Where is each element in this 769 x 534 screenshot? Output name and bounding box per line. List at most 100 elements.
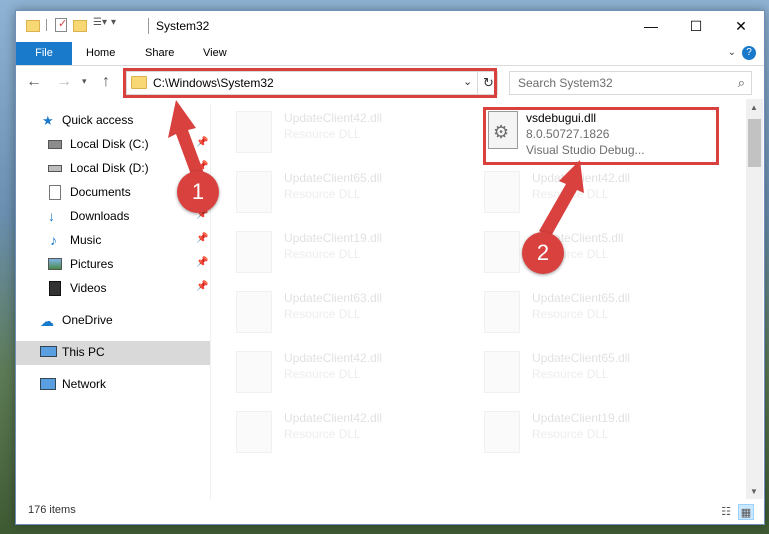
file-name: UpdateClient42.dll <box>284 111 383 125</box>
list-item[interactable]: UpdateClient42.dll Resource DLL <box>226 345 466 401</box>
list-item[interactable]: UpdateClient65.dll Resource DLL <box>474 285 714 341</box>
list-item[interactable]: UpdateClient19.dll Resource DLL <box>474 405 714 461</box>
tab-view[interactable]: View <box>191 42 239 65</box>
file-type: Resource DLL <box>532 307 609 321</box>
file-type: Resource DLL <box>284 307 361 321</box>
sidebar-item-label: Documents <box>70 185 131 199</box>
list-item[interactable]: UpdateClient65.dll Resource DLL <box>226 165 466 221</box>
star-icon: ★ <box>42 113 54 128</box>
explorer-window: ✓ ☰▾ ▾ System32 — ☐ ✕ File Home Share Vi… <box>15 10 765 525</box>
sidebar-item-pictures[interactable]: Pictures 📌 <box>16 253 211 277</box>
sidebar-item-music[interactable]: ♪ Music 📌 <box>16 229 211 253</box>
dll-file-icon <box>484 411 520 453</box>
dll-file-icon <box>236 351 272 393</box>
file-type: Resource DLL <box>284 427 361 441</box>
file-type: Resource DLL <box>284 247 361 261</box>
ribbon-tabs: File Home Share View ⌄ ? <box>16 42 764 66</box>
sidebar-item-onedrive[interactable]: ☁ OneDrive <box>16 309 211 333</box>
file-name: UpdateClient65.dll <box>532 291 631 305</box>
status-bar: 176 items ☷ ▦ <box>16 501 764 525</box>
close-button[interactable]: ✕ <box>718 11 764 41</box>
dll-file-icon <box>484 231 520 273</box>
new-folder-icon[interactable] <box>73 20 87 32</box>
forward-button[interactable]: → <box>56 73 72 91</box>
sidebar-item-quick-access[interactable]: ★ Quick access <box>16 109 211 133</box>
sidebar-item-network[interactable]: Network <box>16 373 211 397</box>
chevron-down-icon[interactable]: ⌄ <box>728 47 736 58</box>
tab-file[interactable]: File <box>16 42 72 65</box>
sidebar-item-local-disk-c[interactable]: Local Disk (C:) 📌 <box>16 133 211 157</box>
list-item[interactable]: UpdateClient42.dll Resource DLL <box>474 165 714 221</box>
file-type: Resource DLL <box>532 187 609 201</box>
sidebar-item-label: OneDrive <box>62 313 113 327</box>
search-placeholder: Search System32 <box>518 76 613 90</box>
sidebar-item-label: Quick access <box>62 113 134 127</box>
navigation-pane: ★ Quick access Local Disk (C:) 📌 Local D… <box>16 105 211 499</box>
file-name: UpdateClient65.dll <box>284 171 383 185</box>
pane-divider <box>210 105 211 499</box>
customize-toolbar-icon[interactable]: ▾ <box>111 17 121 33</box>
file-name: UpdateClient19.dll <box>532 411 631 425</box>
vertical-scrollbar[interactable]: ▲ ▼ <box>746 99 763 499</box>
file-type: Resource DLL <box>532 427 609 441</box>
sidebar-item-label: Local Disk (C:) <box>70 137 149 151</box>
file-name: UpdateClient65.dll <box>532 351 631 365</box>
list-item[interactable]: UpdateClient63.dll Resource DLL <box>226 285 466 341</box>
tab-home[interactable]: Home <box>74 42 127 65</box>
up-button[interactable]: ↑ <box>102 73 110 91</box>
scroll-down-icon[interactable]: ▼ <box>750 487 758 496</box>
search-icon: ⌕ <box>737 75 745 90</box>
documents-icon <box>49 185 61 200</box>
pin-icon[interactable]: 📌 <box>196 137 208 148</box>
search-input[interactable]: Search System32 ⌕ <box>509 71 752 95</box>
recent-locations-button[interactable]: ▾ <box>82 76 87 87</box>
list-item[interactable]: UpdateClient65.dll Resource DLL <box>474 345 714 401</box>
tiles-view-icon[interactable]: ▦ <box>738 504 754 520</box>
file-highlight-box <box>483 107 719 165</box>
title-separator <box>148 18 149 34</box>
sidebar-item-this-pc[interactable]: This PC <box>16 341 211 365</box>
list-item[interactable]: UpdateClient5.dll Resource DLL <box>474 225 714 281</box>
separator-icon <box>46 19 47 31</box>
sidebar-item-videos[interactable]: Videos 📌 <box>16 277 211 301</box>
list-item[interactable]: UpdateClient42.dll Resource DLL <box>226 105 466 161</box>
dll-file-icon <box>484 351 520 393</box>
pin-icon[interactable]: 📌 <box>196 281 208 292</box>
sidebar-item-label: Videos <box>70 281 107 295</box>
back-button[interactable]: ← <box>26 73 42 91</box>
details-view-icon[interactable]: ☷ <box>718 504 734 520</box>
pin-icon[interactable]: 📌 <box>196 233 208 244</box>
callout-badge-1: 1 <box>177 171 219 213</box>
minimize-button[interactable]: — <box>628 11 674 41</box>
dll-file-icon <box>236 171 272 213</box>
maximize-button[interactable]: ☐ <box>673 11 719 41</box>
folder-icon <box>26 20 40 32</box>
pin-icon[interactable]: 📌 <box>196 257 208 268</box>
drive-icon <box>48 165 62 172</box>
list-item[interactable]: UpdateClient42.dll Resource DLL <box>226 405 466 461</box>
file-name: UpdateClient63.dll <box>284 291 383 305</box>
sidebar-item-label: Local Disk (D:) <box>70 161 149 175</box>
computer-icon <box>40 346 57 357</box>
drive-icon <box>48 140 62 149</box>
dll-file-icon <box>236 411 272 453</box>
list-item[interactable]: UpdateClient19.dll Resource DLL <box>226 225 466 281</box>
help-button[interactable]: ? <box>742 46 756 60</box>
file-name: UpdateClient42.dll <box>532 171 631 185</box>
sidebar-item-label: This PC <box>62 345 105 359</box>
sidebar-item-label: Music <box>70 233 102 247</box>
properties-icon[interactable]: ✓ <box>55 18 67 32</box>
file-name: UpdateClient42.dll <box>284 351 383 365</box>
tab-share[interactable]: Share <box>133 42 186 65</box>
sidebar-item-downloads[interactable]: ↓ Downloads 📌 <box>16 205 211 229</box>
view-options-icon[interactable]: ☰▾ <box>93 17 111 33</box>
dll-file-icon <box>236 231 272 273</box>
scrollbar-thumb[interactable] <box>748 119 761 167</box>
scroll-up-icon[interactable]: ▲ <box>750 103 758 112</box>
pictures-icon <box>48 258 62 270</box>
navigation-bar: ← → ▾ ↑ C:\Windows\System32 ⌄ ↻ Search S… <box>16 67 764 99</box>
dll-file-icon <box>236 111 272 153</box>
sidebar-item-label: Network <box>62 377 107 391</box>
videos-icon <box>49 281 61 296</box>
dll-file-icon <box>236 291 272 333</box>
